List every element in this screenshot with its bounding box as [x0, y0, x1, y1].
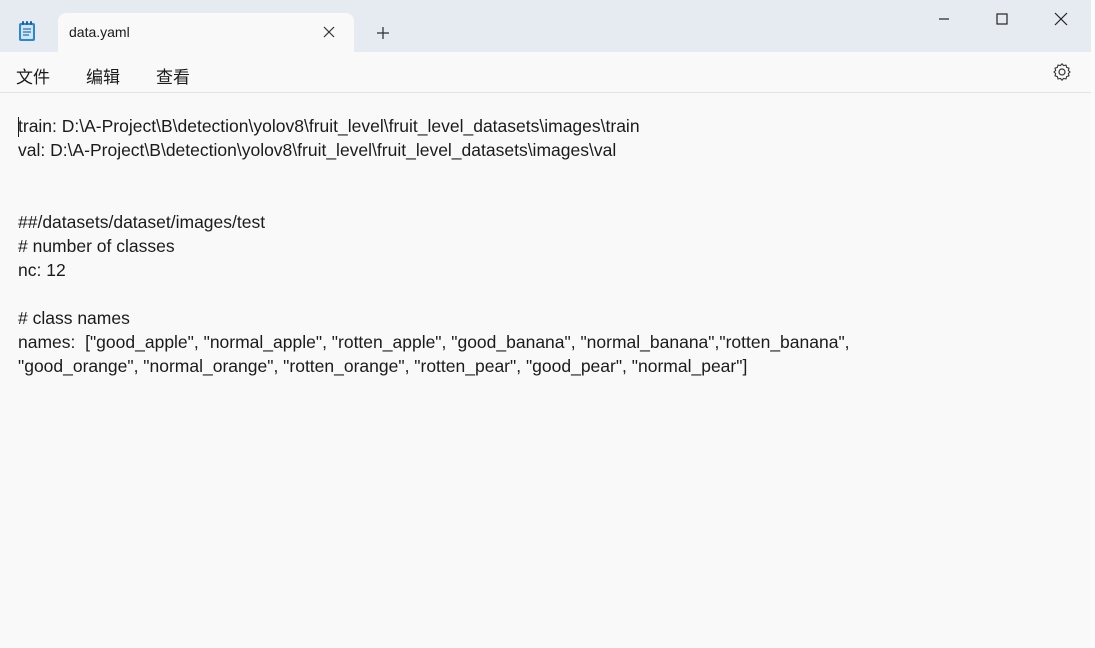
text-editor[interactable]: train: D:\A-Project\B\detection\yolov8\f…	[0, 93, 1091, 648]
editor-line: # class names	[18, 308, 130, 328]
window-close-icon[interactable]	[1050, 8, 1072, 30]
plus-icon[interactable]	[374, 24, 392, 42]
editor-line: nc: 12	[18, 260, 66, 280]
maximize-icon[interactable]	[991, 8, 1013, 30]
editor-line: names: ["good_apple", "normal_apple", "r…	[18, 332, 850, 352]
editor-line: "good_orange", "normal_orange", "rotten_…	[18, 356, 748, 376]
menu-file[interactable]: 文件	[16, 63, 50, 88]
tab-title: data.yaml	[69, 24, 130, 40]
title-bar[interactable]: data.yaml	[0, 0, 1091, 52]
notepad-icon	[19, 21, 35, 41]
gear-icon[interactable]	[1052, 62, 1072, 82]
notepad-window: data.yaml 文件 编辑 查看 train: D:\A-Project\B…	[0, 0, 1091, 648]
close-icon[interactable]	[321, 24, 337, 40]
tab-data-yaml[interactable]: data.yaml	[58, 13, 354, 52]
editor-line: # number of classes	[18, 236, 175, 256]
minimize-icon[interactable]	[933, 8, 955, 30]
editor-line: val: D:\A-Project\B\detection\yolov8\fru…	[18, 140, 617, 160]
menu-bar: 文件 编辑 查看	[0, 52, 1091, 93]
editor-line: ##/datasets/dataset/images/test	[18, 212, 266, 232]
editor-line: train: D:\A-Project\B\detection\yolov8\f…	[18, 116, 640, 136]
menu-edit[interactable]: 编辑	[86, 63, 120, 88]
menu-view[interactable]: 查看	[156, 63, 190, 88]
